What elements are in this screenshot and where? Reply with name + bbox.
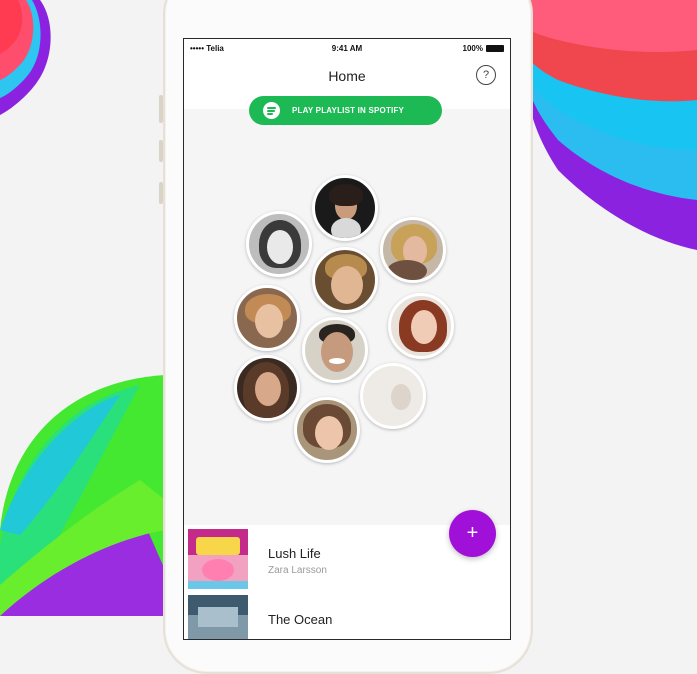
friend-avatar[interactable] (312, 247, 378, 313)
play-in-spotify-button[interactable]: PLAY PLAYLIST IN SPOTIFY (249, 96, 442, 125)
friend-avatar[interactable] (246, 211, 312, 277)
phone-side-button (159, 140, 163, 162)
friend-avatar[interactable] (302, 317, 368, 383)
battery-percent: 100% (462, 44, 483, 53)
page-title: Home (328, 68, 366, 84)
top-right-decoration (528, 0, 697, 250)
friend-avatar[interactable] (234, 285, 300, 351)
clock: 9:41 AM (331, 44, 363, 53)
phone-side-button (159, 182, 163, 204)
battery-indicator: 100% (463, 44, 504, 53)
track-title: The Ocean (268, 612, 333, 627)
album-cover (188, 595, 248, 639)
friend-avatar[interactable] (234, 355, 300, 421)
friend-avatar[interactable] (380, 217, 446, 283)
spotify-icon (263, 102, 280, 119)
friend-avatar[interactable] (360, 363, 426, 429)
track-title: Lush Life (268, 546, 321, 561)
track-artist: Zara Larsson (268, 565, 327, 576)
friend-avatar[interactable] (388, 293, 454, 359)
help-button[interactable]: ? (476, 65, 496, 85)
top-left-decoration (0, 0, 51, 115)
album-cover (188, 529, 248, 589)
play-in-spotify-label: PLAY PLAYLIST IN SPOTIFY (292, 106, 405, 115)
status-bar: ••••• Telia 9:41 AM 100% (184, 39, 510, 57)
phone-side-button (159, 95, 163, 123)
add-button[interactable]: + (449, 510, 496, 557)
bottom-left-decoration (0, 375, 165, 616)
friend-avatar[interactable] (312, 175, 378, 241)
friend-avatar[interactable] (294, 397, 360, 463)
battery-icon (486, 45, 504, 52)
